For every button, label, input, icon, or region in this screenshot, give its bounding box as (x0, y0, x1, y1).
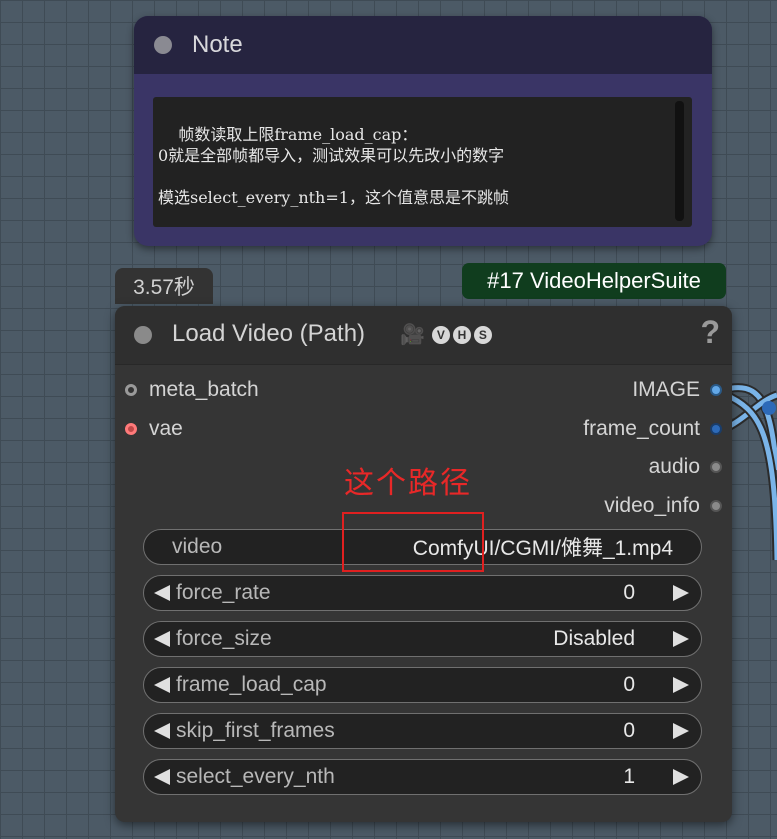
output-slot-frame-count[interactable]: frame_count (583, 417, 722, 441)
collapse-dot-icon[interactable] (154, 36, 172, 54)
input-slot-vae[interactable]: vae (125, 417, 183, 441)
slot-dot-icon[interactable] (710, 423, 722, 435)
decrement-arrow-icon[interactable] (154, 723, 170, 739)
note-scrollbar[interactable] (675, 101, 684, 221)
node-header[interactable]: Load Video (Path) 🎥 V H S ? (115, 306, 732, 365)
slot-label: meta_batch (149, 378, 259, 401)
widget-label: force_size (176, 627, 272, 650)
decrement-arrow-icon[interactable] (154, 769, 170, 785)
help-icon[interactable]: ? (700, 314, 720, 351)
note-title: Note (192, 31, 243, 58)
input-slot-meta-batch[interactable]: meta_batch (125, 378, 259, 402)
slot-dot-icon[interactable] (710, 461, 722, 473)
widget-value: 0 (623, 719, 635, 742)
slot-label: frame_count (583, 417, 700, 440)
annotation-highlight-box (342, 512, 484, 572)
select-every-nth-stepper[interactable]: select_every_nth 1 (143, 759, 702, 795)
frame-load-cap-stepper[interactable]: frame_load_cap 0 (143, 667, 702, 703)
widget-label: frame_load_cap (176, 673, 327, 696)
force-rate-stepper[interactable]: force_rate 0 (143, 575, 702, 611)
note-text: 帧数读取上限frame_load_cap： 0就是全部帧都导入，测试效果可以先改… (158, 125, 509, 207)
badge-letter: V (431, 325, 450, 344)
annotation-label: 这个路径 (344, 467, 472, 500)
increment-arrow-icon[interactable] (673, 585, 689, 601)
note-node[interactable]: Note 帧数读取上限frame_load_cap： 0就是全部帧都导入，测试效… (134, 16, 712, 246)
widget-value: 1 (623, 765, 635, 788)
execution-time-badge: 3.57秒 (115, 268, 213, 304)
widget-value: Disabled (553, 627, 635, 650)
node-title: Load Video (Path) (172, 320, 366, 347)
collapse-dot-icon[interactable] (134, 326, 152, 344)
slot-dot-icon[interactable] (710, 384, 722, 396)
slot-dot-icon[interactable] (125, 423, 137, 435)
widget-label: skip_first_frames (176, 719, 335, 742)
output-slot-audio[interactable]: audio (649, 455, 722, 479)
widget-value: 0 (623, 673, 635, 696)
decrement-arrow-icon[interactable] (154, 677, 170, 693)
decrement-arrow-icon[interactable] (154, 585, 170, 601)
output-slot-video-info[interactable]: video_info (604, 494, 722, 518)
vhs-badge: 🎥 V H S (400, 322, 492, 347)
slot-dot-icon[interactable] (125, 384, 137, 396)
node-id-badge: #17 VideoHelperSuite (462, 263, 726, 299)
increment-arrow-icon[interactable] (673, 631, 689, 647)
slot-label: video_info (604, 494, 700, 517)
movie-camera-icon: 🎥 (400, 324, 425, 346)
decrement-arrow-icon[interactable] (154, 631, 170, 647)
badge-letter: S (473, 325, 492, 344)
skip-first-frames-stepper[interactable]: skip_first_frames 0 (143, 713, 702, 749)
increment-arrow-icon[interactable] (673, 769, 689, 785)
increment-arrow-icon[interactable] (673, 677, 689, 693)
widget-value: 0 (623, 581, 635, 604)
badge-letter: H (452, 325, 471, 344)
slot-label: vae (149, 417, 183, 440)
increment-arrow-icon[interactable] (673, 723, 689, 739)
force-size-select[interactable]: force_size Disabled (143, 621, 702, 657)
slot-label: audio (648, 455, 700, 478)
slot-label: IMAGE (632, 378, 700, 401)
note-textarea[interactable]: 帧数读取上限frame_load_cap： 0就是全部帧都导入，测试效果可以先改… (153, 97, 692, 227)
widget-label: force_rate (176, 581, 271, 604)
output-slot-image[interactable]: IMAGE (632, 378, 722, 402)
slot-dot-icon[interactable] (710, 500, 722, 512)
widget-label: select_every_nth (176, 765, 335, 788)
note-header[interactable]: Note (134, 16, 712, 74)
widget-label: video (172, 535, 223, 558)
